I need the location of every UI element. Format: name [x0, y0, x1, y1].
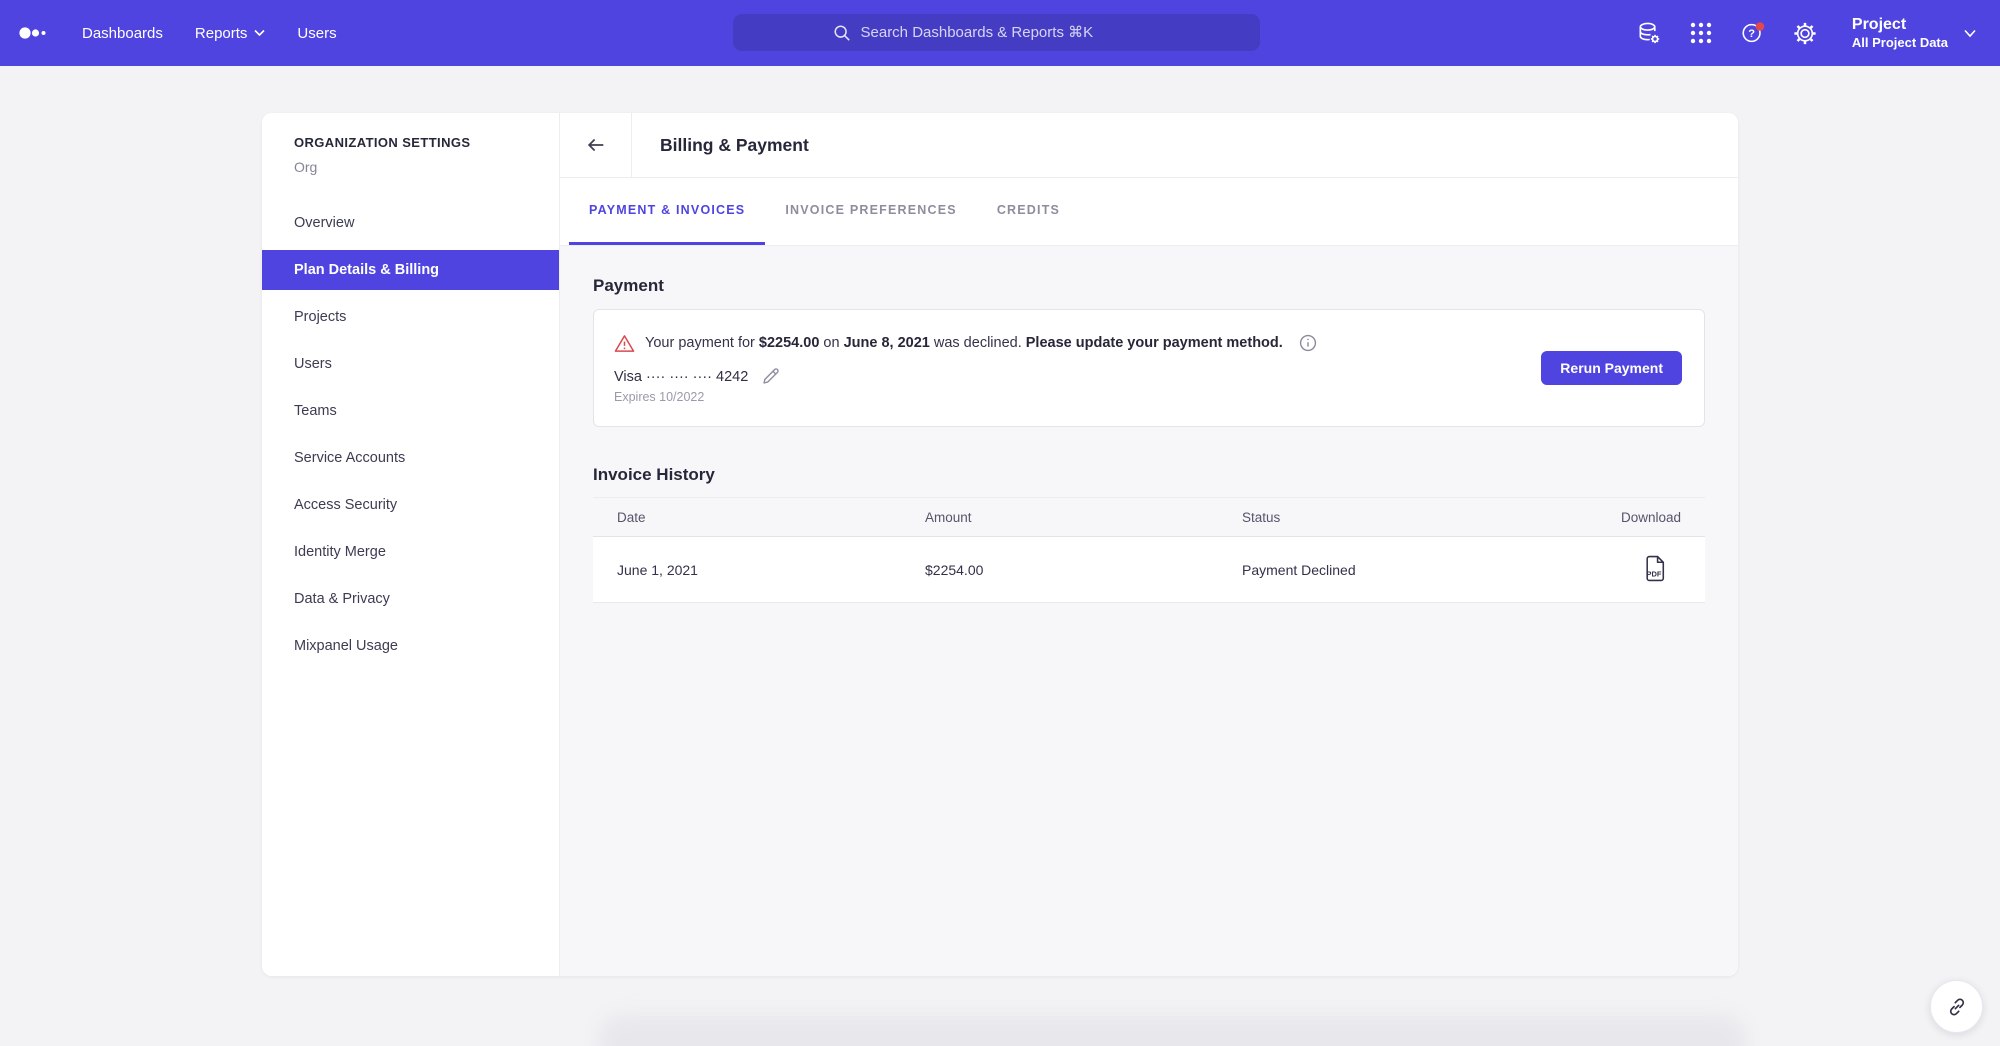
project-switcher-title: Project	[1852, 15, 1948, 35]
org-name: Org	[294, 159, 559, 175]
sidebar-item-overview[interactable]: Overview	[262, 203, 559, 243]
column-header-date: Date	[617, 510, 925, 525]
sidebar-heading: ORGANIZATION SETTINGS	[294, 135, 559, 150]
chevron-down-icon	[254, 29, 265, 37]
notification-badge	[1756, 22, 1765, 31]
bottom-glow-shadow	[600, 1016, 1745, 1046]
top-nav: Dashboards Reports Users	[0, 0, 2000, 66]
invoice-table-header: Date Amount Status Download	[593, 497, 1705, 537]
card-on-file: Visa ···· ···· ···· 4242	[614, 367, 1684, 386]
nav-item-dashboards[interactable]: Dashboards	[66, 0, 179, 66]
column-header-download: Download	[1585, 510, 1681, 525]
column-header-status: Status	[1242, 510, 1585, 525]
help-icon[interactable]: ?	[1740, 20, 1766, 46]
tab-invoice-preferences[interactable]: INVOICE PREFERENCES	[765, 178, 976, 245]
nav-item-reports[interactable]: Reports	[179, 0, 282, 66]
column-header-amount: Amount	[925, 510, 1242, 525]
billing-tabs: PAYMENT & INVOICES INVOICE PREFERENCES C…	[560, 178, 1738, 246]
info-icon[interactable]	[1299, 334, 1317, 352]
tab-payment-invoices[interactable]: PAYMENT & INVOICES	[569, 178, 765, 245]
mixpanel-logo-icon[interactable]	[18, 25, 52, 41]
sidebar-item-users[interactable]: Users	[262, 344, 559, 384]
page-title: Billing & Payment	[660, 135, 809, 156]
payment-card: Your payment for $2254.00 on June 8, 202…	[593, 309, 1705, 427]
payment-section-title: Payment	[593, 246, 1705, 296]
sidebar-item-mixpanel-usage[interactable]: Mixpanel Usage	[262, 626, 559, 666]
link-icon	[1946, 996, 1968, 1018]
nav-item-label: Users	[297, 25, 336, 42]
invoice-history-section-title: Invoice History	[593, 427, 1705, 485]
invoice-amount: $2254.00	[925, 562, 1242, 578]
search-icon	[833, 24, 851, 42]
search-input[interactable]	[861, 24, 1161, 41]
nav-right-cluster: ? Project All Project Data	[1636, 0, 2000, 66]
sidebar-item-plan-details-billing[interactable]: Plan Details & Billing	[262, 250, 559, 290]
card-expiry: Expires 10/2022	[614, 390, 1684, 404]
warning-text: Your payment for $2254.00 on June 8, 202…	[645, 332, 1283, 354]
sidebar-item-service-accounts[interactable]: Service Accounts	[262, 438, 559, 478]
invoice-row: June 1, 2021 $2254.00 Payment Declined P…	[593, 537, 1705, 603]
invoice-table: Date Amount Status Download June 1, 2021…	[593, 497, 1705, 603]
arrow-left-icon	[585, 134, 607, 156]
nav-item-label: Reports	[195, 25, 248, 42]
data-management-icon[interactable]	[1636, 20, 1662, 46]
payment-declined-warning: Your payment for $2254.00 on June 8, 202…	[614, 332, 1684, 354]
nav-item-users[interactable]: Users	[281, 0, 352, 66]
global-search[interactable]	[733, 14, 1260, 51]
edit-pencil-icon[interactable]	[761, 367, 780, 386]
settings-gear-icon[interactable]	[1792, 20, 1818, 46]
billing-main-column: Billing & Payment PAYMENT & INVOICES INV…	[560, 113, 1738, 976]
sidebar-item-teams[interactable]: Teams	[262, 391, 559, 431]
tab-credits[interactable]: CREDITS	[977, 178, 1080, 245]
rerun-payment-button[interactable]: Rerun Payment	[1541, 351, 1682, 385]
warning-triangle-icon	[614, 334, 635, 353]
card-number: Visa ···· ···· ···· 4242	[614, 369, 748, 385]
billing-content: Payment Your payment for $2254.00 on Jun…	[560, 246, 1738, 976]
sidebar-item-access-security[interactable]: Access Security	[262, 485, 559, 525]
svg-text:?: ?	[1748, 28, 1755, 40]
invoice-date: June 1, 2021	[617, 562, 925, 578]
settings-panel: ORGANIZATION SETTINGS Org Overview Plan …	[262, 113, 1738, 976]
page-header: Billing & Payment	[560, 113, 1738, 178]
project-switcher[interactable]: Project All Project Data	[1852, 15, 1976, 51]
copy-link-button[interactable]	[1930, 980, 1983, 1033]
primary-nav: Dashboards Reports Users	[66, 0, 353, 66]
download-pdf-icon[interactable]: PDF	[1644, 555, 1681, 582]
sidebar-item-data-privacy[interactable]: Data & Privacy	[262, 579, 559, 619]
sidebar-nav-list: Overview Plan Details & Billing Projects…	[262, 203, 559, 666]
org-settings-sidebar: ORGANIZATION SETTINGS Org Overview Plan …	[262, 113, 560, 976]
chevron-down-icon	[1964, 29, 1976, 38]
apps-grid-icon[interactable]	[1688, 20, 1714, 46]
project-switcher-subtitle: All Project Data	[1852, 35, 1948, 51]
nav-item-label: Dashboards	[82, 25, 163, 42]
svg-text:PDF: PDF	[1647, 569, 1662, 578]
sidebar-item-projects[interactable]: Projects	[262, 297, 559, 337]
sidebar-item-identity-merge[interactable]: Identity Merge	[262, 532, 559, 572]
back-button[interactable]	[560, 113, 632, 178]
invoice-status: Payment Declined	[1242, 562, 1585, 578]
